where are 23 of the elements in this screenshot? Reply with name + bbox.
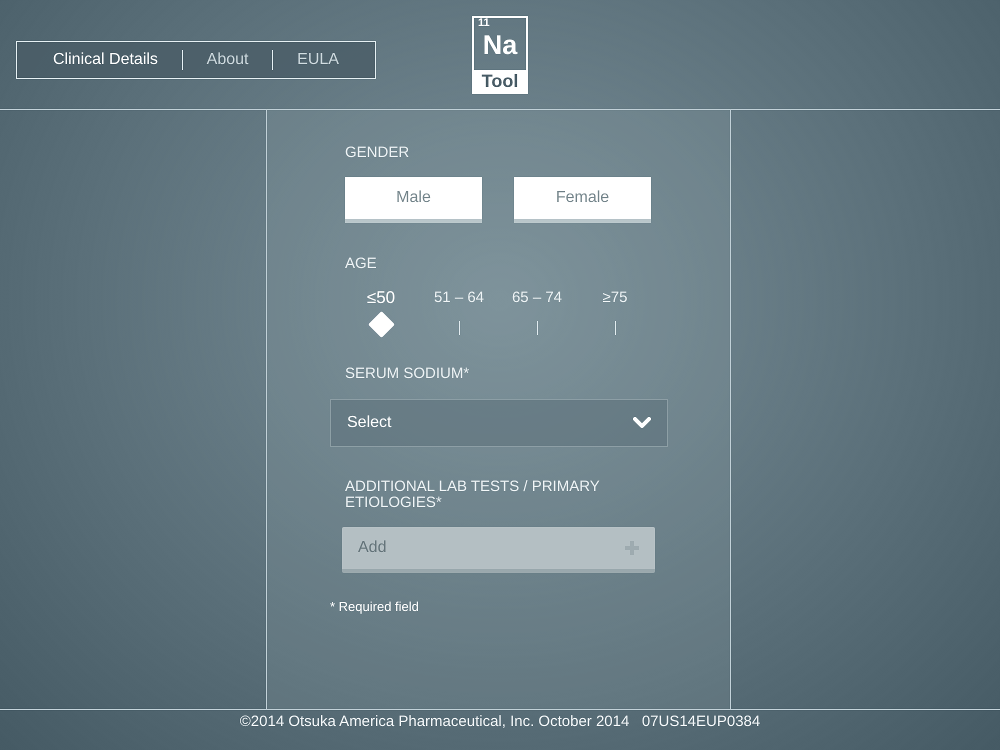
- gender-button[interactable]: Male: [345, 176, 482, 222]
- required-note: * Required field: [330, 598, 420, 616]
- dropdown[interactable]: Select: [330, 398, 668, 446]
- nav-tab[interactable]: About: [194, 48, 260, 72]
- element-symbol: Na: [482, 32, 518, 59]
- field-label: ADDITIONAL LAB TESTS / PRIMARY ETIOLOGIES*: [345, 478, 601, 510]
- chevron-down-icon: [633, 416, 651, 428]
- field-label: SERUM SODIUM*: [345, 364, 470, 384]
- age-option[interactable]: 51 – 64: [434, 285, 484, 309]
- placeholder-text: Add: [358, 538, 386, 558]
- dropdown-value: Select: [347, 412, 392, 432]
- element-number: 11: [478, 18, 490, 29]
- add-field[interactable]: Add: [342, 526, 655, 572]
- age-option[interactable]: ≥75: [602, 285, 628, 309]
- gender-button[interactable]: Female: [514, 176, 651, 222]
- age-option[interactable]: 65 – 74: [512, 285, 562, 309]
- field-label: GENDER: [345, 143, 410, 163]
- nav-tab[interactable]: EULA: [285, 48, 351, 72]
- age-option[interactable]: ≤50: [366, 285, 396, 309]
- nav-tab[interactable]: Clinical Details: [41, 48, 170, 72]
- field-label: AGE: [345, 254, 378, 274]
- logo-word: Tool: [474, 70, 526, 92]
- footer-text: ©2014 Otsuka America Pharmaceutical, Inc. October 2014 07US14EUP0384: [240, 712, 760, 732]
